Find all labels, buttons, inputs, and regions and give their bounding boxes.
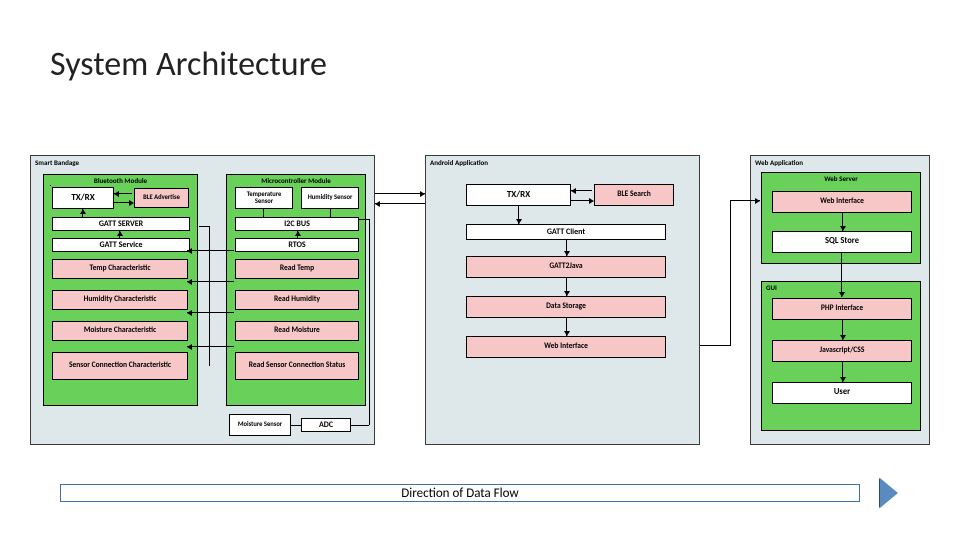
box-web-interface: Web Interface [772, 191, 912, 213]
box-sql-store: SQL Store [772, 231, 912, 253]
box-read-moisture: Read Moisture [235, 321, 359, 341]
box-android-txrx: TX/RX [466, 184, 571, 206]
panel-label-android: Android Application [430, 158, 488, 167]
box-humidity-characteristic: Humidity Characteristic [52, 290, 188, 310]
box-gatt-client: GATT Client [466, 224, 666, 240]
box-rtos: RTOS [235, 238, 359, 252]
box-php-interface: PHP Interface [772, 298, 912, 320]
box-humidity-sensor: Humidity Sensor [301, 187, 359, 209]
module-microcontroller: Microcontroller Module Temperature Senso… [226, 174, 366, 406]
box-moisture-characteristic: Moisture Characteristic [52, 321, 188, 341]
box-ble-advertise: BLE Advertise [134, 188, 189, 208]
box-i2c-bus: I2C BUS [235, 217, 359, 231]
box-moisture-sensor: Moisture Sensor [229, 414, 291, 436]
slide-title: System Architecture [50, 44, 327, 85]
box-ble-search: BLE Search [594, 184, 674, 206]
data-flow-label: Direction of Data Flow [60, 484, 860, 502]
module-label-web-server: Web Server [762, 174, 920, 183]
box-gatt-server: GATT SERVER [52, 217, 190, 231]
box-adc: ADC [301, 418, 351, 432]
module-label-bluetooth: Bluetooth Module [44, 176, 197, 185]
panel-web: Web Application Web Server Web Interface… [750, 155, 930, 445]
box-read-humidity: Read Humidity [235, 290, 359, 310]
panel-smart-bandage: Smart Bandage Bluetooth Module TX/RX BLE… [30, 155, 375, 445]
panel-label-smart-bandage: Smart Bandage [35, 158, 79, 167]
module-label-microcontroller: Microcontroller Module [227, 176, 365, 185]
box-txrx-bluetooth: TX/RX [52, 187, 114, 209]
module-bluetooth: Bluetooth Module TX/RX BLE Advertise GAT… [43, 174, 198, 406]
box-read-temp: Read Temp [235, 259, 359, 279]
diagram-canvas: Smart Bandage Bluetooth Module TX/RX BLE… [30, 155, 940, 465]
module-gui: GUI PHP Interface Javascript/CSS User [761, 281, 921, 431]
box-gatt2java: GATT2Java [466, 256, 666, 278]
box-user: User [772, 382, 912, 404]
panel-label-web: Web Application [755, 158, 803, 167]
box-temp-characteristic: Temp Characteristic [52, 259, 188, 279]
box-read-sensor-conn: Read Sensor Connection Status [235, 352, 359, 380]
box-sensor-conn-characteristic: Sensor Connection Characteristic [52, 352, 188, 380]
box-js-css: Javascript/CSS [772, 340, 912, 362]
module-label-gui: GUI [766, 283, 920, 292]
panel-android: Android Application TX/RX BLE Search GAT… [425, 155, 700, 445]
box-android-web-interface: Web Interface [466, 336, 666, 358]
box-gatt-service: GATT Service [52, 238, 190, 252]
box-data-storage: Data Storage [466, 296, 666, 318]
box-temp-sensor: Temperature Sensor [235, 187, 293, 209]
module-web-server: Web Server Web Interface SQL Store [761, 172, 921, 264]
data-flow-arrow: Direction of Data Flow [60, 478, 880, 508]
